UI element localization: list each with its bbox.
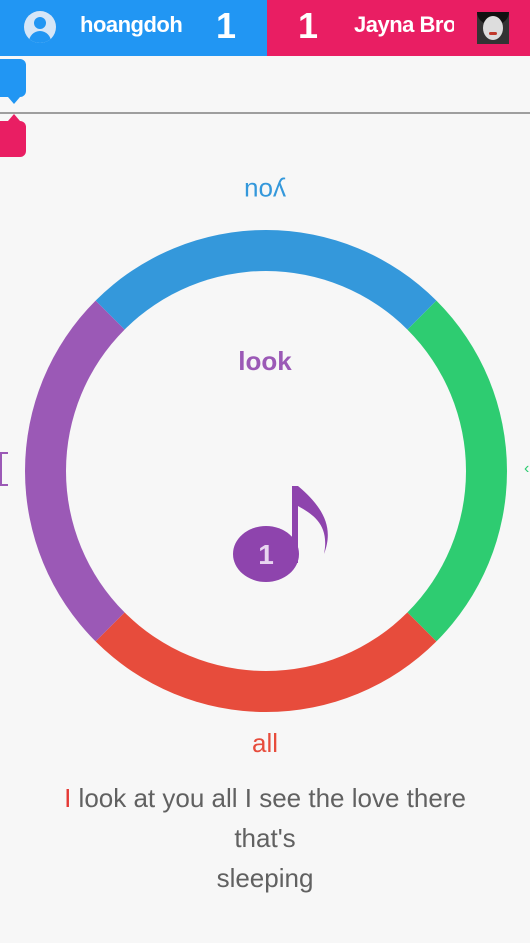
avatar-lips	[489, 32, 497, 35]
lyrics-rest: look at you all I see the love there tha…	[71, 783, 466, 853]
avatar-head	[34, 17, 46, 29]
avatar-body	[29, 31, 51, 43]
lyrics-line: I look at you all I see the love there t…	[30, 778, 500, 898]
player-right-score: 1	[298, 5, 319, 46]
player-right-name: Jayna Brown	[354, 12, 454, 37]
score-header: hoangdoh 1 1 Jayna Brown	[0, 0, 530, 56]
player-right-panel: 1 Jayna Brown	[267, 0, 530, 56]
player-left-score: 1	[216, 5, 237, 46]
current-target-word: look	[238, 346, 292, 376]
note-count: 1	[258, 539, 274, 570]
wheel-center	[66, 271, 466, 671]
lyrics-next-line: sleeping	[216, 863, 314, 893]
player-left-panel: hoangdoh 1	[0, 0, 267, 56]
word-option-top[interactable]: you	[215, 176, 315, 207]
player-left-name: hoangdoh	[80, 12, 183, 37]
color-wheel[interactable]	[25, 230, 507, 712]
player-left-progress-marker	[0, 59, 26, 104]
word-option-right-partial[interactable]: ‹	[524, 460, 530, 477]
player-right-progress-marker	[0, 114, 26, 157]
user-avatar-icon[interactable]	[24, 11, 56, 43]
avatar-face	[483, 16, 503, 40]
music-note-icon[interactable]: 1	[232, 478, 332, 588]
progress-track	[0, 112, 530, 114]
player-right-avatar[interactable]	[477, 12, 509, 44]
word-option-bottom[interactable]: all	[215, 728, 315, 759]
word-option-left-partial[interactable]	[0, 452, 8, 486]
